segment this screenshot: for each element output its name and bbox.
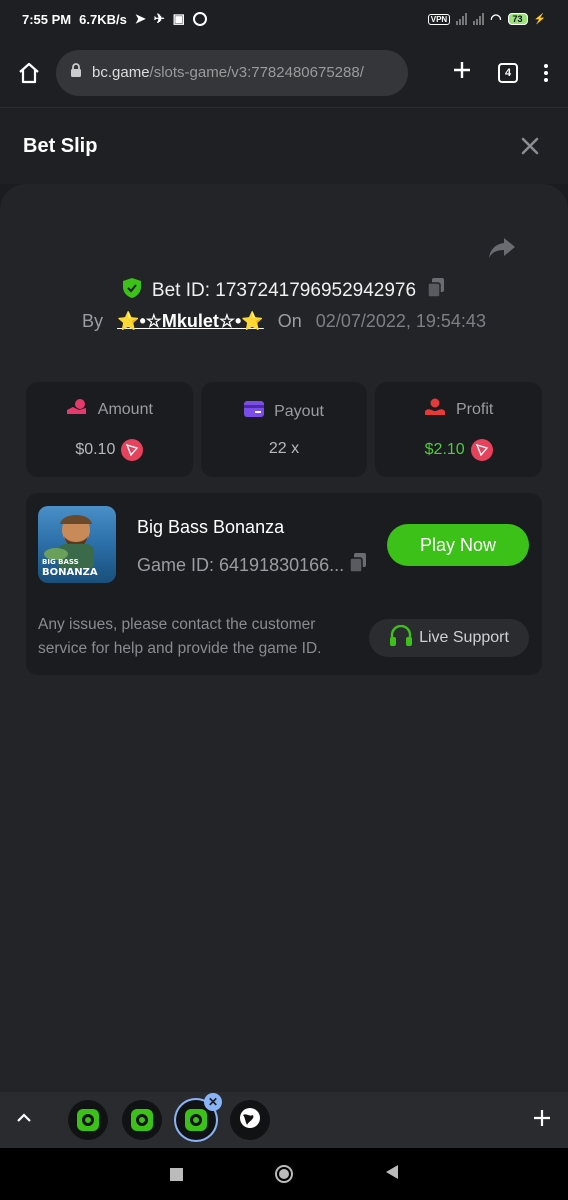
url-host: bc.game (92, 64, 150, 81)
bet-id: Bet ID: 1737241796952942976 (151, 280, 417, 301)
telegram-icon: ➤ (134, 11, 146, 26)
system-nav-bar (0, 1148, 568, 1200)
chevron-up-icon[interactable] (16, 1111, 32, 1129)
home-icon[interactable] (14, 58, 44, 88)
network-speed: 6.7KB/s (79, 11, 127, 27)
notification-icon: ▣ (172, 11, 185, 26)
tab-favicon-active[interactable]: ✕ (176, 1093, 222, 1140)
stat-amount: Amount $0.10 (26, 382, 193, 477)
game-thumbnail[interactable]: BIG BASS BONANZA (38, 506, 116, 583)
live-support-button[interactable]: Live Support (369, 619, 529, 657)
stat-payout: Payout 22 x (200, 382, 368, 477)
signal-icon-2 (473, 13, 485, 25)
username-link[interactable]: ⭐•☆Mkulet☆•⭐ (117, 311, 264, 332)
back-icon[interactable] (385, 1164, 399, 1185)
amount-icon (66, 398, 88, 421)
play-now-button[interactable]: Play Now (387, 524, 529, 566)
url-bar[interactable]: bc.game /slots-game/v3:7782480675288/ (56, 49, 408, 96)
url-path: /slots-game/v3:7782480675288/ (149, 64, 364, 81)
bird-icon: ✈ (153, 11, 165, 26)
profit-label: Profit (456, 400, 494, 418)
signal-icon (456, 13, 468, 25)
page-title: Bet Slip (23, 134, 98, 157)
profit-icon (424, 398, 446, 421)
tab-favicon-2[interactable] (122, 1100, 162, 1140)
tab-favicon-1[interactable] (68, 1100, 108, 1140)
new-tab-icon[interactable] (452, 60, 472, 85)
live-support-label: Live Support (419, 629, 509, 646)
amount-label: Amount (97, 400, 153, 418)
bet-stats: Amount $0.10 Payout 22 x Profit $2.10 (26, 382, 543, 477)
payout-icon (244, 401, 265, 422)
game-id-row: Game ID: 64191830166... (137, 552, 368, 579)
wifi-icon: ◠ (490, 11, 502, 26)
charging-icon: ⚡ (533, 13, 546, 25)
menu-icon[interactable] (544, 63, 548, 82)
bc-game-icon (77, 1109, 99, 1131)
copy-icon[interactable] (348, 552, 368, 579)
by-label: By (82, 311, 104, 331)
on-label: On (277, 311, 302, 331)
copy-icon[interactable] (426, 277, 446, 305)
bet-id-row: Bet ID: 1737241796952942976 (0, 277, 568, 305)
profit-value: $2.10 (424, 441, 465, 458)
status-bar: 7:55 PM 6.7KB/s ➤ ✈ ▣ VPN ◠ 73 ⚡ (0, 0, 568, 38)
headset-icon (389, 624, 413, 652)
sync-icon (192, 12, 207, 26)
bet-slip-panel: Bet ID: 1737241796952942976 By ⭐•☆Mkulet… (0, 184, 568, 1092)
game-id: Game ID: 64191830166... (137, 555, 345, 575)
close-tab-icon[interactable]: ✕ (204, 1093, 222, 1111)
bet-slip-header: Bet Slip (0, 108, 568, 184)
game-card: BIG BASS BONANZA Big Bass Bonanza Game I… (26, 493, 542, 675)
payout-label: Payout (274, 402, 324, 420)
tron-coin-icon (121, 439, 144, 461)
share-icon[interactable] (488, 236, 516, 265)
close-icon[interactable] (515, 131, 545, 161)
tab-favicon-4[interactable] (230, 1100, 270, 1140)
battery-icon: 73 (507, 13, 528, 25)
bc-game-icon (185, 1109, 207, 1131)
support-hint: Any issues, please contact the customer … (38, 616, 322, 657)
payout-value: 22 x (268, 440, 300, 457)
stat-profit: Profit $2.10 (375, 382, 543, 477)
recents-icon[interactable] (169, 1167, 183, 1181)
bc-game-icon (131, 1109, 153, 1131)
game-name: Big Bass Bonanza (137, 517, 285, 537)
add-tab-icon[interactable] (532, 1108, 552, 1133)
verified-shield-icon (122, 277, 142, 305)
browser-toolbar: bc.game /slots-game/v3:7782480675288/ 4 (0, 38, 568, 108)
tab-switcher-button[interactable]: 4 (498, 62, 518, 83)
bet-date: 02/07/2022, 19:54:43 (315, 311, 486, 331)
lock-icon (70, 63, 82, 82)
status-time: 7:55 PM (22, 11, 72, 27)
amount-value: $0.10 (75, 441, 116, 458)
globe-icon (239, 1107, 261, 1134)
thumb-title-line1: BIG BASS (42, 558, 79, 566)
thumb-title-line2: BONANZA (42, 567, 98, 578)
tron-coin-icon (470, 439, 493, 461)
home-nav-icon[interactable] (274, 1165, 293, 1183)
vpn-badge: VPN (427, 13, 451, 25)
bet-byline: By ⭐•☆Mkulet☆•⭐ On 02/07/2022, 19:54:43 (0, 311, 568, 332)
tab-strip: ✕ (0, 1092, 568, 1148)
